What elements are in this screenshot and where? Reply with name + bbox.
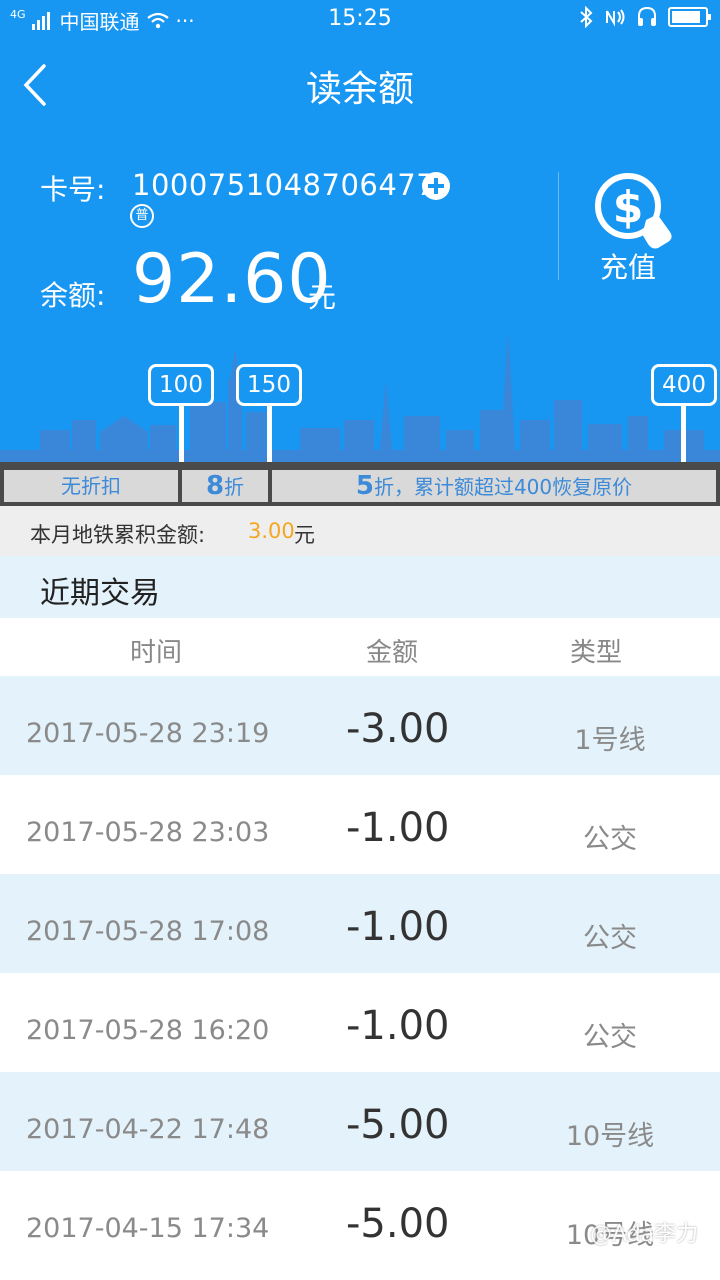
tier-50-percent: 5折，累计额超过400恢复原价 xyxy=(272,470,716,502)
threshold-marker-150: 150 xyxy=(236,364,302,406)
monthly-label: 本月地铁累积金额: xyxy=(30,523,206,547)
tier-no-discount-label: 无折扣 xyxy=(61,474,121,498)
header-area: 4G 中国联通 ··· 15:25 读余额 卡号: 10007510487064… xyxy=(0,0,720,470)
header-divider xyxy=(558,172,559,280)
table-row[interactable]: 2017-05-28 16:20 -1.00 公交 xyxy=(0,973,720,1072)
row-time: 2017-05-28 17:08 xyxy=(26,916,270,947)
recharge-button[interactable]: $ 充值 xyxy=(588,172,684,284)
card-number: 1000751048706477 xyxy=(132,168,436,202)
header-amount: 金额 xyxy=(366,638,419,668)
row-type: 公交 xyxy=(583,824,637,855)
watermark: @Ada李力 xyxy=(590,1222,699,1247)
balance-value: 92.60 xyxy=(132,240,332,319)
row-amount: -5.00 xyxy=(346,1102,450,1148)
marker-pole-100 xyxy=(179,404,184,462)
balance-unit: 元 xyxy=(308,281,337,314)
marker-pole-150 xyxy=(267,404,272,462)
tier-50-label: 折，累计额超过400恢复原价 xyxy=(373,475,633,499)
status-bar: 4G 中国联通 ··· 15:25 xyxy=(0,0,720,40)
balance-label: 余额: xyxy=(40,279,106,312)
monthly-subway-total: 本月地铁累积金额: 3.00 元 xyxy=(0,506,720,556)
bluetooth-icon xyxy=(580,6,593,28)
battery-icon xyxy=(668,7,711,27)
row-amount: -1.00 xyxy=(346,1003,450,1049)
tier-80-label: 折 xyxy=(224,475,245,499)
monthly-amount: 3.00 xyxy=(248,519,295,543)
header-type: 类型 xyxy=(570,638,623,668)
table-row[interactable]: 2017-05-28 17:08 -1.00 公交 xyxy=(0,874,720,973)
add-card-icon[interactable] xyxy=(422,172,450,200)
status-right xyxy=(578,6,711,28)
row-time: 2017-05-28 16:20 xyxy=(26,1015,270,1046)
table-header: 时间 金额 类型 xyxy=(0,618,720,676)
row-type: 10号线 xyxy=(565,1121,655,1152)
row-amount: -3.00 xyxy=(346,706,450,752)
headset-icon xyxy=(638,6,656,26)
row-type: 公交 xyxy=(583,1022,637,1053)
marker-pole-400 xyxy=(681,404,686,462)
recent-transactions-header: 近期交易 xyxy=(0,556,720,618)
row-time: 2017-04-22 17:48 xyxy=(26,1114,270,1145)
table-row[interactable]: 2017-04-22 17:48 -5.00 10号线 xyxy=(0,1072,720,1171)
tier-80-percent: 8折 xyxy=(182,470,268,502)
row-amount: -1.00 xyxy=(346,805,450,851)
recharge-coin-icon: $ xyxy=(595,173,672,249)
table-row[interactable]: 2017-05-28 23:19 -3.00 1号线 xyxy=(0,676,720,775)
row-amount: -1.00 xyxy=(346,904,450,950)
row-type: 1号线 xyxy=(574,725,646,756)
row-time: 2017-05-28 23:19 xyxy=(26,718,270,749)
discount-tier-bar: 无折扣 8折 5折，累计额超过400恢复原价 xyxy=(0,462,720,506)
row-type: 公交 xyxy=(583,923,637,954)
recent-transactions-title: 近期交易 xyxy=(40,576,160,611)
threshold-marker-100: 100 xyxy=(148,364,214,406)
card-type-badge: 普 xyxy=(130,204,154,228)
row-time: 2017-05-28 23:03 xyxy=(26,817,270,848)
tier-80-number: 8 xyxy=(205,471,225,501)
row-time: 2017-04-15 17:34 xyxy=(26,1213,270,1244)
nfc-icon xyxy=(606,9,625,27)
city-skyline-illustration xyxy=(0,332,720,470)
card-number-label: 卡号: xyxy=(40,173,106,206)
tier-50-number: 5 xyxy=(355,471,374,501)
header-time: 时间 xyxy=(130,638,183,668)
table-row[interactable]: 2017-05-28 23:03 -1.00 公交 xyxy=(0,775,720,874)
svg-text:$: $ xyxy=(613,182,644,233)
row-amount: -5.00 xyxy=(346,1201,450,1247)
threshold-marker-400: 400 xyxy=(651,364,717,406)
tier-no-discount: 无折扣 xyxy=(4,470,178,502)
page-title: 读余额 xyxy=(305,69,414,110)
monthly-unit: 元 xyxy=(294,523,315,547)
recharge-label: 充值 xyxy=(600,251,657,284)
transaction-list[interactable]: 2017-05-28 23:19 -3.00 1号线 2017-05-28 23… xyxy=(0,676,720,1270)
